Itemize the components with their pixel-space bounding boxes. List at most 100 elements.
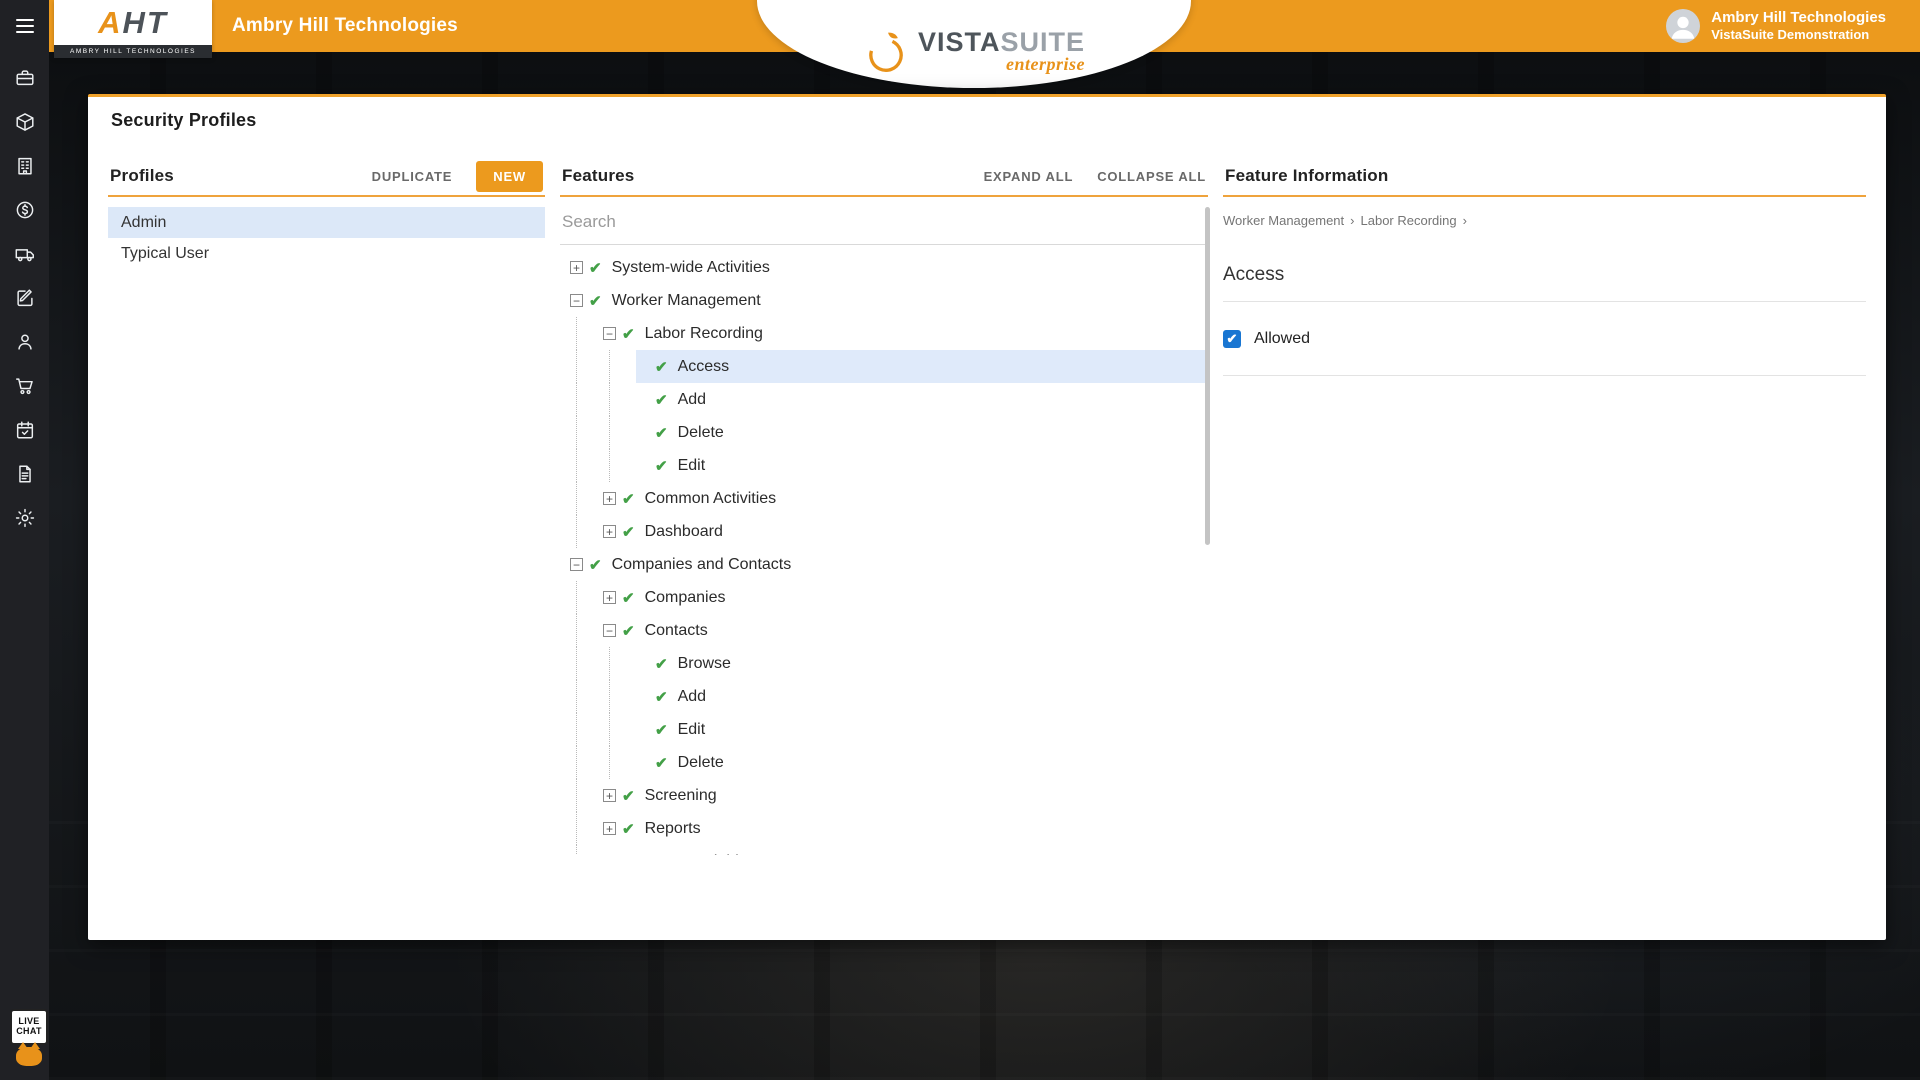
expand-toggle-icon[interactable]: + bbox=[603, 822, 616, 835]
collapse-toggle-icon[interactable]: − bbox=[603, 327, 616, 340]
nav-building-icon[interactable] bbox=[14, 155, 36, 177]
profile-item[interactable]: Typical User bbox=[108, 238, 545, 269]
company-logo[interactable]: A HT AMBRY HILL TECHNOLOGIES bbox=[54, 0, 212, 58]
tree-label: Edit bbox=[677, 720, 706, 738]
tree-guide bbox=[576, 812, 603, 845]
check-icon: ✔ bbox=[655, 457, 668, 475]
tree-label: Contacts bbox=[644, 621, 708, 639]
vista-text: VISTA bbox=[917, 27, 1001, 57]
nav-calendar-icon[interactable] bbox=[14, 419, 36, 441]
tree-row[interactable]: + ✔ Reports bbox=[570, 812, 1208, 845]
vistasuite-logo: VISTASUITE enterprise bbox=[863, 29, 1085, 75]
tree-guide bbox=[576, 614, 603, 647]
tree-guide bbox=[576, 713, 603, 746]
allowed-row[interactable]: ✔ Allowed bbox=[1223, 302, 1866, 376]
tree-row[interactable]: − ✔ Contacts bbox=[570, 614, 1208, 647]
tree-row[interactable]: + ✔ Common Activities bbox=[570, 482, 1208, 515]
breadcrumb: Worker Management › Labor Recording › bbox=[1223, 213, 1866, 228]
tree-row[interactable]: −✔Custom Fields bbox=[570, 845, 1208, 855]
expand-toggle-icon[interactable]: + bbox=[603, 789, 616, 802]
check-icon: ✔ bbox=[655, 358, 668, 376]
check-icon: ✔ bbox=[622, 325, 635, 343]
tree-row[interactable]: ✔ Delete bbox=[570, 416, 1208, 449]
nav-truck-icon[interactable] bbox=[14, 243, 36, 265]
nav-worker-icon[interactable] bbox=[14, 331, 36, 353]
tree-guide bbox=[576, 779, 603, 812]
check-icon: ✔ bbox=[622, 589, 635, 607]
scrollbar-thumb[interactable] bbox=[1205, 207, 1210, 545]
nav-finance-icon[interactable] bbox=[14, 199, 36, 221]
search-input[interactable] bbox=[560, 199, 1208, 245]
expand-toggle-icon[interactable]: + bbox=[603, 492, 616, 505]
breadcrumb-link[interactable]: Labor Recording bbox=[1361, 213, 1457, 228]
tree-label: Labor Recording bbox=[644, 324, 763, 342]
tree-label: Add bbox=[677, 687, 707, 705]
tree-row[interactable]: ✔ Add bbox=[570, 383, 1208, 416]
profiles-title: Profiles bbox=[110, 166, 174, 185]
menu-icon[interactable] bbox=[0, 0, 49, 52]
expand-toggle-icon[interactable]: + bbox=[570, 261, 583, 274]
tree-row[interactable]: − ✔ Labor Recording bbox=[570, 317, 1208, 350]
tree-guide bbox=[576, 317, 603, 350]
tree-guide bbox=[576, 383, 603, 416]
tree-label: Reports bbox=[644, 819, 701, 837]
tree-row[interactable]: + ✔ Dashboard bbox=[570, 515, 1208, 548]
tree-label: Common Activities bbox=[644, 489, 777, 507]
duplicate-button[interactable]: DUPLICATE bbox=[372, 169, 453, 184]
check-icon: ✔ bbox=[655, 424, 668, 442]
check-icon: ✔ bbox=[622, 523, 635, 541]
nav-edit-icon[interactable] bbox=[14, 287, 36, 309]
features-panel: Features EXPAND ALL COLLAPSE ALL + ✔ Syste… bbox=[560, 157, 1210, 855]
tree-row[interactable]: − ✔ Worker Management bbox=[570, 284, 1208, 317]
avatar bbox=[1666, 9, 1701, 43]
tree-row[interactable]: ✔ Edit bbox=[570, 713, 1208, 746]
nav-document-icon[interactable] bbox=[14, 463, 36, 485]
check-icon: ✔ bbox=[589, 259, 602, 277]
tree-row[interactable]: + ✔ System-wide Activities bbox=[570, 251, 1208, 284]
tree-guide bbox=[576, 515, 603, 548]
tree-row[interactable]: ✔ Edit bbox=[570, 449, 1208, 482]
tree-guide bbox=[576, 647, 603, 680]
nav-briefcase-icon[interactable] bbox=[14, 67, 36, 89]
sidebar-nav-rail: LIVE CHAT bbox=[0, 0, 49, 1080]
vistasuite-wordmark: VISTASUITE enterprise bbox=[918, 29, 1085, 75]
panels: Profiles DUPLICATE NEW Admin Typical User… bbox=[88, 143, 1886, 855]
tree-row[interactable]: + ✔ Companies bbox=[570, 581, 1208, 614]
allowed-checkbox[interactable]: ✔ bbox=[1223, 329, 1241, 348]
nav-settings-icon[interactable] bbox=[14, 507, 36, 529]
breadcrumb-separator: › bbox=[1350, 213, 1355, 228]
profile-item[interactable]: Admin bbox=[108, 207, 545, 238]
tree-row[interactable]: − ✔ Companies and Contacts bbox=[570, 548, 1208, 581]
tree-row[interactable]: ✔ Browse bbox=[570, 647, 1208, 680]
new-profile-button[interactable]: NEW bbox=[476, 160, 543, 192]
check-icon: ✔ bbox=[655, 391, 668, 409]
expand-all-button[interactable]: EXPAND ALL bbox=[984, 169, 1074, 184]
tree-label: Browse bbox=[677, 654, 731, 672]
tree-label: System-wide Activities bbox=[611, 258, 770, 276]
tree-label: Companies and Contacts bbox=[611, 555, 792, 573]
security-profiles-card: Security Profiles Profiles DUPLICATE NEW… bbox=[88, 94, 1886, 940]
user-account[interactable]: Ambry Hill Technologies VistaSuite Demon… bbox=[1666, 0, 1886, 52]
tree-guide bbox=[609, 350, 636, 383]
collapse-toggle-icon[interactable]: − bbox=[570, 558, 583, 571]
nav-cart-icon[interactable] bbox=[14, 375, 36, 397]
collapse-all-button[interactable]: COLLAPSE ALL bbox=[1097, 169, 1206, 184]
tree-row[interactable]: + ✔ Screening bbox=[570, 779, 1208, 812]
collapse-toggle-icon[interactable]: − bbox=[570, 294, 583, 307]
tree-row[interactable]: ✔ Add bbox=[570, 680, 1208, 713]
collapse-toggle-icon[interactable]: − bbox=[603, 624, 616, 637]
tree-guide bbox=[609, 449, 636, 482]
tree-row[interactable]: ✔ Delete bbox=[570, 746, 1208, 779]
breadcrumb-link[interactable]: Worker Management bbox=[1223, 213, 1344, 228]
expand-toggle-icon[interactable]: + bbox=[603, 525, 616, 538]
tree-guide bbox=[609, 416, 636, 449]
tree-row[interactable]: ✔ Access bbox=[570, 350, 1208, 383]
tree-guide bbox=[576, 482, 603, 515]
nav-package-icon[interactable] bbox=[14, 111, 36, 133]
card-header: Security Profiles bbox=[88, 97, 1886, 143]
features-actions: EXPAND ALL COLLAPSE ALL bbox=[984, 169, 1206, 184]
tree-guide bbox=[576, 416, 603, 449]
feature-name: Access bbox=[1223, 264, 1866, 302]
expand-toggle-icon[interactable]: + bbox=[603, 591, 616, 604]
live-chat-widget[interactable]: LIVE CHAT bbox=[9, 1009, 49, 1066]
